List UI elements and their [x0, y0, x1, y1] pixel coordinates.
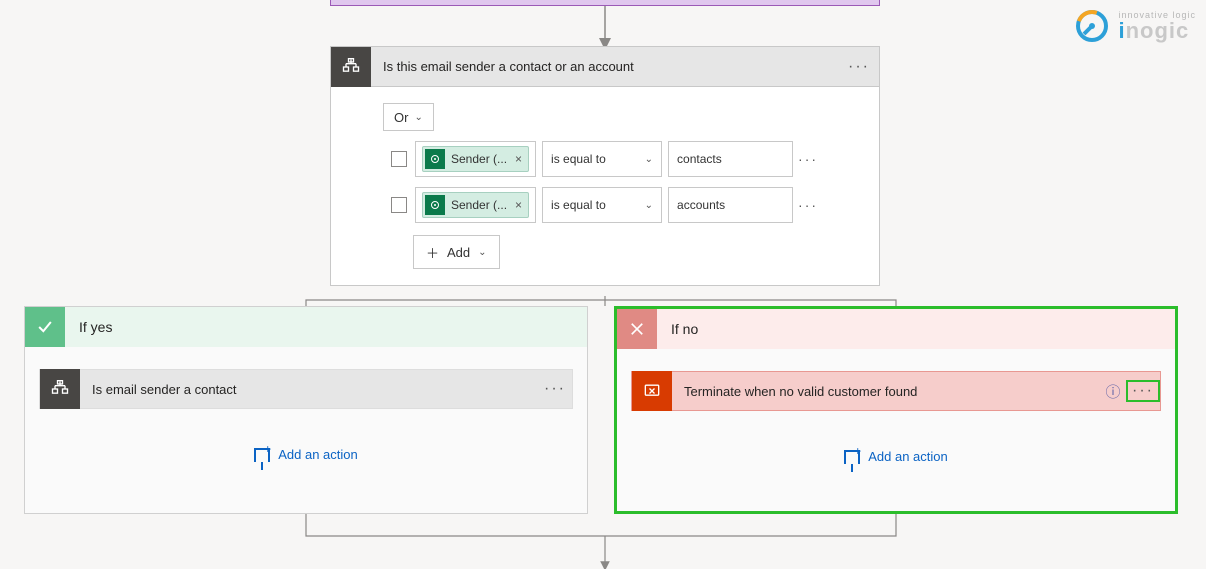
token-label: Sender (... — [451, 152, 507, 166]
value-input[interactable]: contacts — [668, 141, 793, 177]
row-more-button[interactable]: ··· — [793, 197, 823, 213]
condition-icon — [40, 369, 80, 409]
operator-dropdown[interactable]: is equal to ⌄ — [542, 187, 662, 223]
yes-add-action-button[interactable]: + Add an action — [25, 447, 587, 462]
no-action-title: Terminate when no valid customer found — [672, 384, 1100, 399]
check-icon — [25, 307, 65, 347]
chevron-down-icon: ⌄ — [645, 200, 653, 211]
group-operator-label: Or — [394, 110, 408, 125]
branch-yes-header: If yes — [25, 307, 587, 347]
operator-label: is equal to — [551, 198, 606, 212]
row-more-button[interactable]: ··· — [793, 151, 823, 167]
token-label: Sender (... — [451, 198, 507, 212]
value-text: contacts — [677, 152, 722, 166]
branch-yes-title: If yes — [65, 319, 112, 335]
operator-dropdown[interactable]: is equal to ⌄ — [542, 141, 662, 177]
value-text: accounts — [677, 198, 725, 212]
token-remove-icon[interactable]: × — [515, 198, 522, 212]
logo-brand-rest: nogic — [1126, 18, 1190, 43]
add-action-label: Add an action — [278, 447, 358, 462]
inogic-logo: innovative logic inogic — [1070, 4, 1196, 48]
condition-row: Sender (... × is equal to ⌄ contacts ··· — [339, 139, 871, 179]
group-operator-dropdown[interactable]: Or ⌄ — [383, 103, 434, 131]
sender-icon — [425, 195, 445, 215]
no-add-action-button[interactable]: + Add an action — [617, 449, 1175, 464]
condition-card: Is this email sender a contact or an acc… — [330, 46, 880, 286]
branch-no-header: If no — [617, 309, 1175, 349]
chevron-down-icon: ⌄ — [478, 247, 486, 258]
condition-row: Sender (... × is equal to ⌄ accounts ··· — [339, 185, 871, 225]
terminate-icon — [632, 371, 672, 411]
condition-header[interactable]: Is this email sender a contact or an acc… — [331, 47, 879, 87]
close-icon — [617, 309, 657, 349]
logo-brand-i: i — [1118, 18, 1125, 43]
operand-field[interactable]: Sender (... × — [415, 141, 536, 177]
dynamic-token[interactable]: Sender (... × — [422, 146, 529, 172]
yes-action-more-button[interactable]: ··· — [538, 378, 572, 400]
yes-subcondition-card[interactable]: Is email sender a contact ··· — [39, 369, 573, 409]
plus-icon: ＋ — [426, 243, 439, 262]
token-remove-icon[interactable]: × — [515, 152, 522, 166]
chevron-down-icon: ⌄ — [414, 112, 422, 123]
row-checkbox[interactable] — [391, 151, 407, 167]
condition-icon — [331, 47, 371, 87]
dynamic-token[interactable]: Sender (... × — [422, 192, 529, 218]
value-input[interactable]: accounts — [668, 187, 793, 223]
condition-more-button[interactable]: ··· — [839, 58, 879, 76]
yes-action-title: Is email sender a contact — [80, 382, 538, 397]
branch-no-title: If no — [657, 321, 698, 337]
condition-title: Is this email sender a contact or an acc… — [371, 59, 839, 74]
add-action-icon: + — [844, 450, 860, 464]
chevron-down-icon: ⌄ — [645, 154, 653, 165]
no-action-more-button[interactable]: ··· — [1126, 380, 1160, 402]
add-label: Add — [447, 245, 470, 260]
add-condition-button[interactable]: ＋ Add ⌄ — [413, 235, 500, 269]
operator-label: is equal to — [551, 152, 606, 166]
help-icon[interactable]: ⓘ — [1100, 381, 1126, 402]
terminate-action-card[interactable]: Terminate when no valid customer found ⓘ… — [631, 371, 1161, 411]
branch-yes: If yes Is email sender a contact ··· + A… — [24, 306, 588, 514]
sender-icon — [425, 149, 445, 169]
branch-no: If no Terminate when no valid customer f… — [614, 306, 1178, 514]
add-action-label: Add an action — [868, 449, 948, 464]
add-action-icon: + — [254, 448, 270, 462]
row-checkbox[interactable] — [391, 197, 407, 213]
operand-field[interactable]: Sender (... × — [415, 187, 536, 223]
